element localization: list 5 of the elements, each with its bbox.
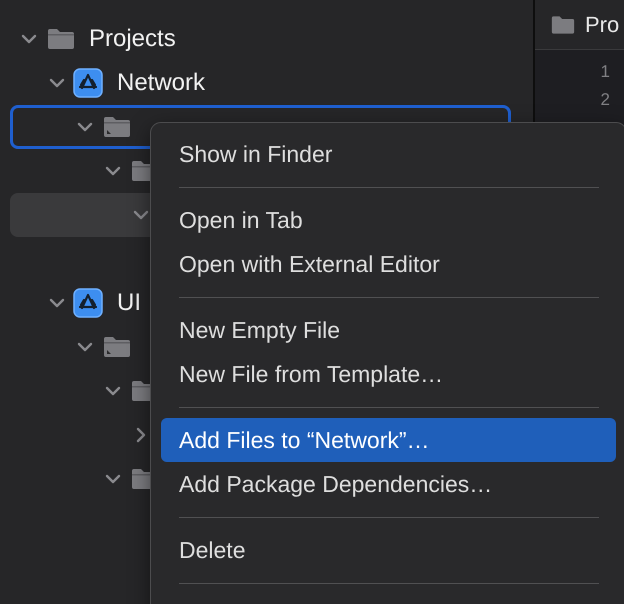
line-number: 2 (600, 89, 610, 111)
tree-label: UI (117, 289, 141, 317)
line-number: 1 (600, 61, 610, 83)
tree-label: Projects (89, 25, 176, 53)
tree-label: Network (117, 69, 206, 97)
